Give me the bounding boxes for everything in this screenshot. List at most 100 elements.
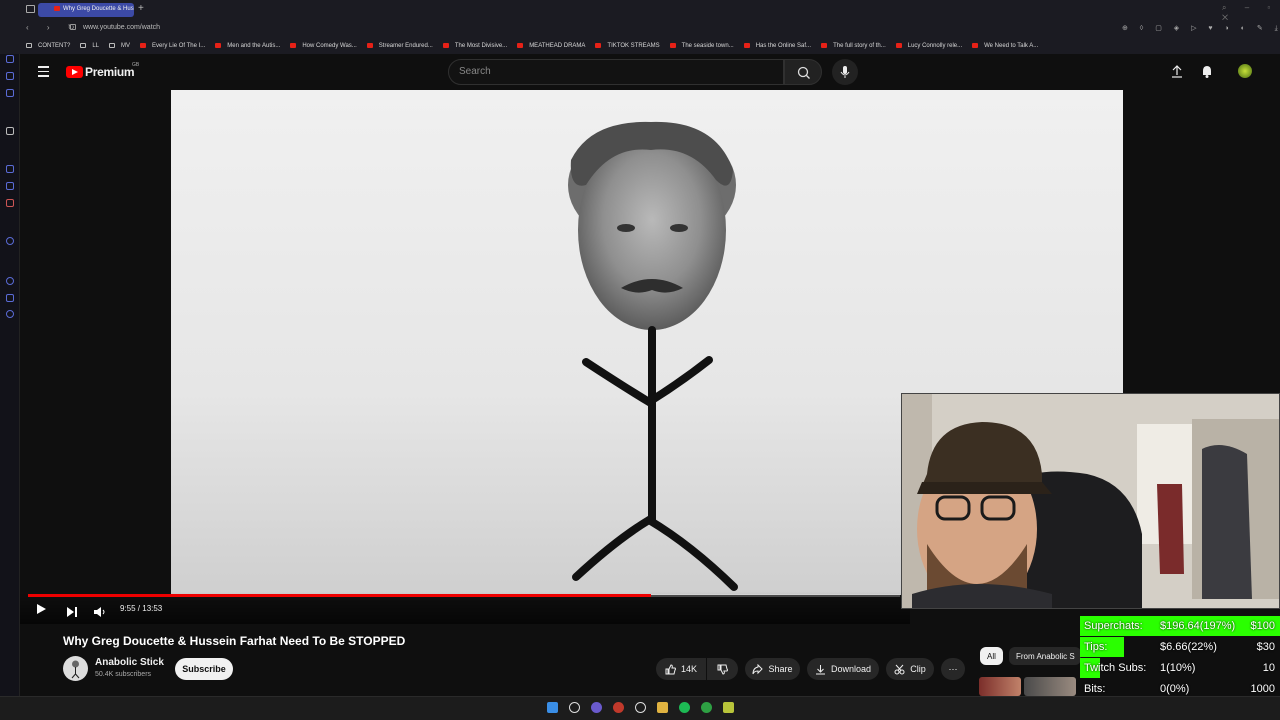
settings-icon[interactable] [6,310,14,318]
volume-icon [94,607,105,617]
upload-button[interactable] [1170,64,1184,83]
sidebar-app-icon[interactable] [6,294,14,302]
bookmark-item[interactable]: MEATHEAD DRAMA [517,43,585,49]
bookmark-item[interactable]: Streamer Endured... [366,42,433,49]
youtube-favicon-icon [442,43,449,48]
share-label: Share [768,664,793,674]
subscribe-button[interactable]: Subscribe [175,658,233,680]
url-field[interactable]: www.youtube.com/watch [83,24,160,31]
tab-manager-icon[interactable] [26,5,35,13]
youtube-logo-icon[interactable] [66,66,83,78]
video-title: Why Greg Doucette & Hussein Farhat Need … [63,634,406,648]
like-button[interactable]: 14K [656,658,706,680]
bookmark-label: Has the Online Saf... [755,42,812,49]
notifications-button[interactable] [1200,64,1214,83]
goal-label: Twitch Subs: [1084,662,1147,674]
history-icon[interactable] [6,277,14,285]
xbox-icon[interactable] [701,702,712,713]
more-actions-button[interactable]: ⋯ [941,658,965,680]
recommended-thumbnail[interactable] [979,677,1021,696]
sidebar-app-icon[interactable] [6,55,14,63]
extension-icons[interactable]: ⊕ ◊ ▢ ◈ ▷ ♥ ◑ ◐ ✎ ⤓ ≡ [1122,24,1280,33]
upload-icon [1172,65,1182,78]
bookmark-label: Lucy Connolly rele... [907,42,963,49]
region-code: GB [132,62,140,68]
browser-icon[interactable] [591,702,602,713]
spotify-icon[interactable] [679,702,690,713]
channel-name[interactable]: Anabolic Stick [95,657,164,668]
bookmark-item[interactable]: How Comedy Was... [290,43,357,49]
volume-button[interactable] [94,604,106,622]
bookmark-label: Men and the Autis... [227,42,281,49]
opera-icon[interactable] [613,702,624,713]
sidebar-app-icon[interactable] [6,72,14,80]
bookmark-item[interactable]: CONTENT? [26,43,70,49]
chip-all[interactable]: All [980,647,1003,665]
bookmark-label: Streamer Endured... [378,42,433,49]
new-tab-button[interactable]: + [138,3,144,14]
search-button[interactable] [784,59,822,85]
bookmark-item[interactable]: Has the Online Saf... [743,42,812,49]
youtube-favicon-icon [895,43,902,48]
folder-icon [26,43,32,48]
address-bar-row: ‹ › ↻ www.youtube.com/watch ⊕ ◊ ▢ ◈ ▷ ♥ … [0,20,1280,37]
bookmark-label: LL [92,42,100,49]
bookmark-item[interactable]: LL [80,43,99,49]
chip-from-channel[interactable]: From Anabolic S [1009,647,1081,665]
tab-active[interactable]: Why Greg Doucette & Hus [38,3,134,17]
sidebar-app-icon[interactable] [6,89,14,97]
bookmark-item[interactable]: TIKTOK STREAMS [595,43,660,49]
like-count: 14K [680,664,697,674]
progress-bar-fill [28,594,652,597]
clip-button[interactable]: Clip [886,658,934,680]
youtube-favicon-icon [54,6,60,11]
download-button[interactable]: Download [807,658,879,680]
bookmark-item[interactable]: The seaside town... [669,42,734,49]
bookmark-item[interactable]: Every Lie Of The I... [140,43,205,49]
goal-row: Twitch Subs: 1(10%) 10 [1080,658,1280,678]
menu-icon[interactable] [38,66,49,77]
app-icon[interactable] [723,702,734,713]
windows-start-icon[interactable] [547,702,558,713]
bookmark-item[interactable]: The Most Divisive... [442,43,507,49]
clip-label: Clip [910,664,926,674]
play-icon[interactable] [37,604,46,614]
microphone-icon [840,66,850,78]
bookmark-item[interactable]: We Need to Talk A... [972,43,1038,49]
search-input[interactable]: Search [448,59,784,85]
youtube-favicon-icon [290,43,297,48]
youtube-premium-logo[interactable]: Premium [85,65,135,79]
goal-row: Tips: $6.66(22%) $30 [1080,637,1280,657]
bookmark-item[interactable]: MV [109,43,130,49]
avatar[interactable] [1238,64,1252,78]
file-explorer-icon[interactable] [657,702,668,713]
sidebar-app-icon[interactable] [6,237,14,245]
recommended-thumbnail[interactable] [1024,677,1076,696]
bookmark-label: The full story of th... [833,42,886,49]
youtube-favicon-icon [972,43,979,48]
bookmark-item[interactable]: Lucy Connolly rele... [895,42,963,49]
tab-bar: Why Greg Doucette & Hus + ⌕ – ▫ ✕ [0,0,1280,22]
sidebar-app-icon[interactable] [6,127,14,135]
share-button[interactable]: Share [745,658,800,680]
goal-label: Tips: [1084,641,1108,653]
bookmark-item[interactable]: Men and the Autis... [215,43,280,49]
webcam-overlay [901,393,1280,609]
obs-icon[interactable] [635,702,646,713]
channel-avatar[interactable] [63,656,88,681]
bookmark-label: CONTENT? [38,42,71,49]
bookmark-label: The seaside town... [681,42,734,49]
search-icon[interactable] [569,702,580,713]
goal-row: Superchats: $196.64(197%) $100 [1080,616,1280,636]
next-button[interactable] [67,604,77,622]
download-icon [815,664,825,674]
bookmark-item[interactable]: The full story of th... [821,43,886,49]
voice-search-button[interactable] [832,59,858,85]
bookmark-label: We Need to Talk A... [984,42,1039,49]
dislike-button[interactable] [707,658,738,680]
thumbs-up-icon [665,663,676,674]
sidebar-app-icon[interactable] [6,165,14,173]
instagram-icon[interactable] [6,199,14,207]
share-icon [752,663,764,674]
messenger-icon[interactable] [6,182,14,190]
